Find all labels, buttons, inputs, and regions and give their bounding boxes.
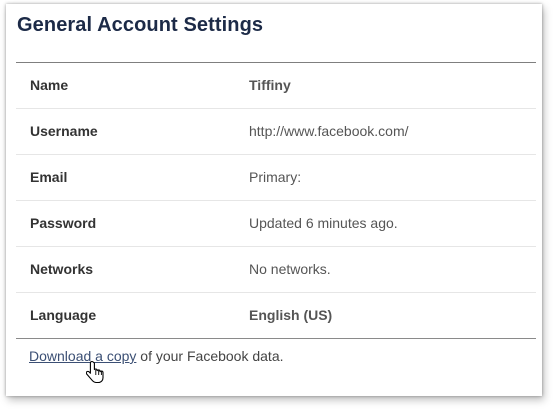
row-value: Tiffiny — [249, 77, 291, 93]
row-value: No networks. — [249, 261, 331, 277]
settings-row-language[interactable]: Language English (US) — [16, 293, 536, 338]
account-settings-panel: General Account Settings Name Tiffiny Us… — [6, 4, 542, 396]
settings-row-password[interactable]: Password Updated 6 minutes ago. — [16, 201, 536, 247]
row-label: Language — [30, 307, 97, 323]
row-label: Name — [30, 77, 69, 93]
download-suffix: of your Facebook data. — [136, 348, 284, 364]
download-copy-link[interactable]: Download a copy — [29, 348, 136, 364]
row-label: Networks — [30, 261, 94, 277]
row-value: http://www.facebook.com/ — [249, 123, 409, 139]
row-value: Primary: — [249, 169, 302, 185]
settings-table: Name Tiffiny Username http://www.faceboo… — [16, 62, 536, 339]
settings-row-username[interactable]: Username http://www.facebook.com/ — [16, 109, 536, 155]
row-label: Email — [30, 169, 68, 185]
row-label: Username — [30, 123, 98, 139]
settings-row-name[interactable]: Name Tiffiny — [16, 63, 536, 109]
settings-row-email[interactable]: Email Primary: — [16, 155, 536, 201]
hand-pointer-icon — [86, 360, 104, 384]
row-value: Updated 6 minutes ago. — [249, 215, 398, 231]
settings-row-networks[interactable]: Networks No networks. — [16, 247, 536, 293]
download-data-text: Download a copy of your Facebook data. — [29, 348, 284, 364]
row-label: Password — [30, 215, 97, 231]
page-title: General Account Settings — [17, 14, 264, 36]
row-value: English (US) — [249, 307, 333, 323]
